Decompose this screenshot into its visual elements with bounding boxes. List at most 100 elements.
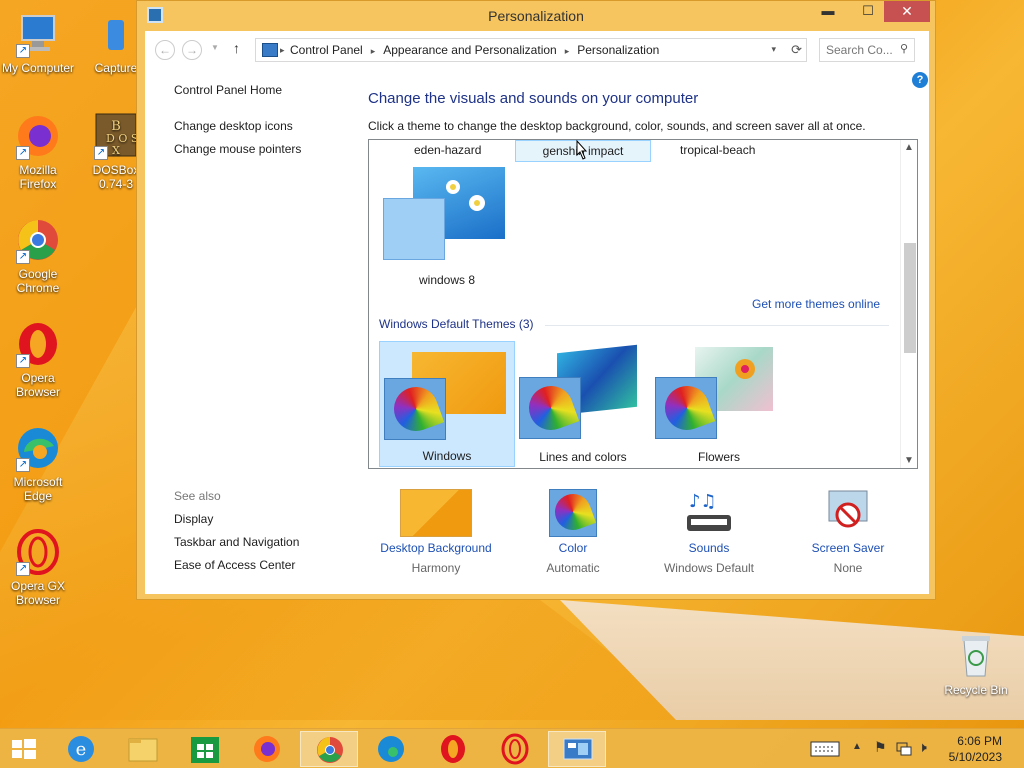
- themes-list[interactable]: eden-hazard genshin impact tropical-beac…: [368, 139, 918, 469]
- theme-color-swatch: [384, 378, 446, 440]
- show-hidden-icons-chevron-icon[interactable]: ▲: [852, 741, 862, 752]
- theme-windows-8[interactable]: windows 8: [379, 164, 515, 290]
- help-icon[interactable]: ?: [912, 72, 928, 88]
- desktop-icon-edge[interactable]: ↗ Microsoft Edge: [0, 424, 76, 503]
- control-panel-home-link[interactable]: Control Panel Home: [174, 83, 282, 97]
- setting-value: Windows Default: [663, 561, 755, 575]
- desktop-background-setting[interactable]: Desktop Background Harmony: [361, 489, 511, 575]
- desktop-icon-label: Microsoft Edge: [13, 475, 63, 503]
- screen-saver-setting[interactable]: Screen Saver None: [773, 489, 923, 575]
- forward-button[interactable]: →: [182, 40, 202, 60]
- taskbar-store[interactable]: [176, 731, 234, 767]
- desktop-icon-recycle-bin[interactable]: Recycle Bin: [938, 632, 1014, 697]
- svg-text:D O S: D O S: [106, 132, 138, 145]
- change-mouse-pointers-link[interactable]: Change mouse pointers: [174, 142, 301, 156]
- page-subtitle: Click a theme to change the desktop back…: [368, 119, 866, 133]
- maximize-button[interactable]: ☐: [853, 1, 883, 22]
- scrollbar-thumb[interactable]: [904, 243, 916, 353]
- windows-logo-icon: [12, 739, 36, 759]
- ease-of-access-link[interactable]: Ease of Access Center: [174, 558, 295, 572]
- sounds-setting[interactable]: ♪♫ Sounds Windows Default: [634, 489, 784, 575]
- group-header: Windows Default Themes (3): [379, 317, 534, 331]
- flag-icon[interactable]: ⚑: [874, 739, 887, 756]
- taskbar-internet-explorer[interactable]: e: [52, 731, 110, 767]
- network-icon[interactable]: [896, 740, 912, 756]
- breadcrumb-chevron-icon[interactable]: ▸: [565, 46, 570, 56]
- color-setting[interactable]: Color Automatic: [498, 488, 648, 575]
- color-fan-icon: [549, 488, 597, 536]
- clock[interactable]: 6:06 PM 5/10/2023: [949, 733, 1002, 765]
- window-client: ← → ▼ ↑ ▸ Control Panel ▸ Appearance and P…: [145, 31, 929, 594]
- opera-gx-icon: ↗: [14, 528, 62, 576]
- theme-color-swatch: [655, 377, 717, 439]
- address-bar-area: ← → ▼ ↑ ▸ Control Panel ▸ Appearance and P…: [145, 31, 929, 69]
- opera-gx-icon: [501, 733, 529, 765]
- theme-windows[interactable]: Windows: [379, 341, 515, 467]
- see-also-heading: See also: [174, 489, 221, 503]
- desktop-icon-label: My Computer: [1, 61, 75, 75]
- desktop-icon-opera-gx[interactable]: ↗ Opera GX Browser: [0, 528, 76, 607]
- setting-title: Desktop Background: [380, 541, 492, 555]
- breadcrumb-item[interactable]: Control Panel: [290, 43, 363, 57]
- display-link[interactable]: Display: [174, 512, 213, 526]
- clock-date: 5/10/2023: [948, 750, 1002, 764]
- keyboard-icon[interactable]: [810, 741, 840, 757]
- theme-label: Windows: [422, 449, 472, 463]
- taskbar-chrome[interactable]: [300, 731, 358, 767]
- setting-title: Screen Saver: [811, 541, 885, 555]
- wallpaper-thumbnail-icon: [400, 489, 472, 537]
- close-button[interactable]: ✕: [884, 1, 930, 22]
- scroll-down-icon[interactable]: ▼: [904, 455, 914, 466]
- taskbar-navigation-link[interactable]: Taskbar and Navigation: [174, 535, 299, 549]
- desktop-icon-chrome[interactable]: ↗ Google Chrome: [0, 216, 76, 295]
- breadcrumb-item[interactable]: Appearance and Personalization: [383, 43, 556, 57]
- theme-flowers[interactable]: Flowers: [651, 341, 787, 467]
- search-icon: ⚲: [899, 43, 908, 55]
- recent-pages-chevron-icon[interactable]: ▼: [211, 43, 219, 52]
- desktop-icon-my-computer[interactable]: ↗ My Computer: [0, 10, 76, 75]
- back-button[interactable]: ←: [155, 40, 175, 60]
- setting-value: None: [833, 561, 863, 575]
- theme-color-swatch: [383, 198, 445, 260]
- taskbar-opera[interactable]: [424, 731, 482, 767]
- taskbar-firefox[interactable]: [238, 731, 296, 767]
- change-desktop-icons-link[interactable]: Change desktop icons: [174, 119, 293, 133]
- volume-muted-icon[interactable]: 🕨: [918, 739, 927, 756]
- theme-eden-hazard[interactable]: eden-hazard: [414, 143, 481, 157]
- color-fan-icon: [522, 379, 580, 437]
- firefox-icon: ↗: [14, 112, 62, 160]
- title-bar[interactable]: Personalization ▬ ☐ ✕: [137, 1, 935, 31]
- start-button[interactable]: [0, 731, 48, 767]
- page-title: Change the visuals and sounds on your co…: [368, 90, 699, 107]
- folder-icon: [128, 738, 158, 762]
- breadcrumb-item[interactable]: Personalization: [577, 43, 659, 57]
- address-box[interactable]: ▸ Control Panel ▸ Appearance and Personali…: [255, 38, 807, 62]
- capture-icon: [92, 10, 140, 58]
- taskbar-edge[interactable]: [362, 731, 420, 767]
- svg-text:♪♫: ♪♫: [689, 491, 717, 512]
- desktop-icon-firefox[interactable]: ↗ Mozilla Firefox: [0, 112, 76, 191]
- scroll-up-icon[interactable]: ▲: [904, 142, 914, 153]
- vertical-scrollbar[interactable]: ▲ ▼: [900, 140, 917, 468]
- internet-explorer-icon: e: [68, 736, 94, 762]
- chrome-icon: [317, 737, 343, 763]
- sounds-icon: ♪♫: [683, 489, 735, 537]
- taskbar-file-explorer[interactable]: [114, 731, 172, 767]
- desktop-icon-opera[interactable]: ↗ Opera Browser: [0, 320, 76, 399]
- breadcrumb-chevron-icon[interactable]: ▸: [371, 46, 376, 56]
- theme-label: windows 8: [418, 273, 476, 287]
- refresh-icon[interactable]: ⟳: [791, 42, 802, 58]
- up-arrow-icon[interactable]: ↑: [233, 40, 240, 56]
- taskbar-opera-gx[interactable]: [486, 731, 544, 767]
- setting-value: Harmony: [411, 561, 461, 575]
- theme-lines-and-colors[interactable]: Lines and colors: [515, 341, 651, 467]
- get-more-themes-link[interactable]: Get more themes online: [752, 297, 880, 311]
- desktop-icon-label: Recycle Bin: [944, 683, 1008, 697]
- theme-tropical-beach[interactable]: tropical-beach: [680, 143, 755, 157]
- search-input[interactable]: Search Co... ⚲: [819, 38, 915, 62]
- chevron-down-icon[interactable]: ▾: [771, 44, 776, 55]
- taskbar-control-panel[interactable]: [548, 731, 606, 767]
- taskbar: e ▲ ⚑ 🕨 6:06 PM 5/10/2023: [0, 728, 1024, 768]
- minimize-button[interactable]: ▬: [813, 1, 843, 22]
- clock-time: 6:06 PM: [957, 734, 1002, 748]
